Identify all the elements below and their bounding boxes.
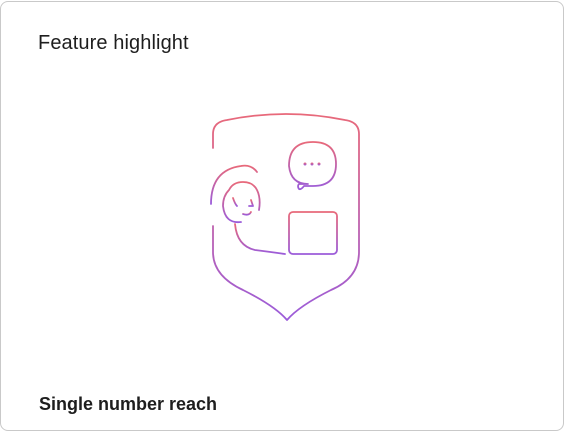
shield-person-chat-laptop-icon	[210, 113, 360, 321]
card-title: Feature highlight	[38, 32, 189, 54]
feature-highlight-card: Feature highlight Single number reach	[0, 1, 564, 431]
feature-name: Single number reach	[39, 394, 218, 414]
